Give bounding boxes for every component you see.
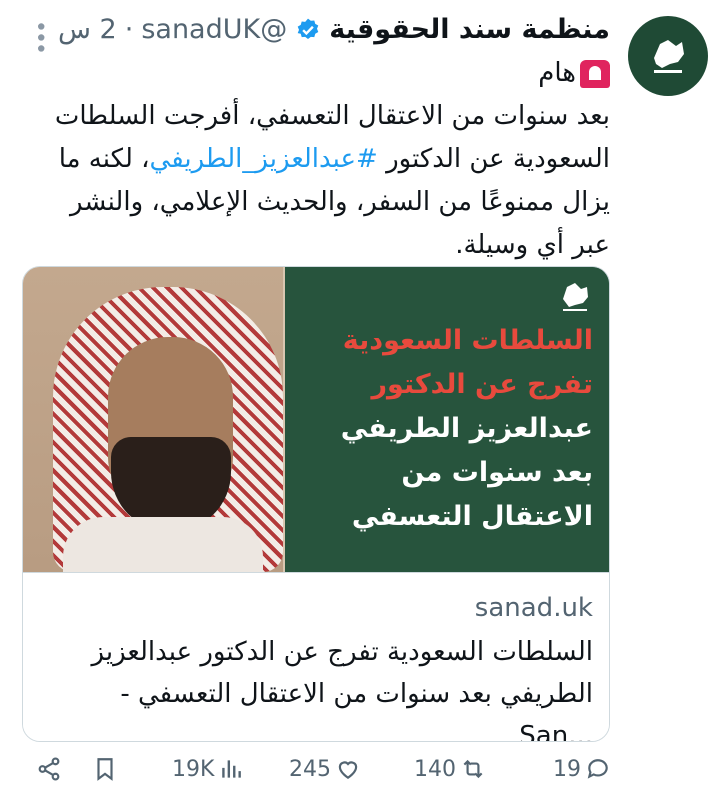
views-button[interactable]: 19K [172, 756, 244, 782]
separator-dot: · [124, 14, 134, 45]
bookmark-button[interactable] [92, 756, 118, 782]
sanad-logo-icon [563, 283, 588, 311]
likes-count: 245 [289, 756, 331, 782]
verified-icon [297, 18, 319, 39]
overlay-line-3: عبدالعزيز الطريفي [340, 413, 593, 444]
overlay-line-1: السلطات السعودية [342, 325, 593, 356]
views-icon [222, 760, 242, 778]
card-title: السلطات السعودية تفرج عن الدكتور عبدالعز… [41, 631, 593, 742]
overlay-line-2: تفرج عن الدكتور [371, 369, 593, 400]
reply-icon [587, 759, 608, 779]
avatar[interactable] [628, 16, 708, 96]
card-title-line-2: الطريفي بعد سنوات من الاعتقال التعسفي - … [120, 679, 593, 742]
portrait-shirt [63, 517, 263, 577]
timestamp[interactable]: 2 س [58, 14, 117, 45]
hashtag-link[interactable]: #عبدالعزيز_الطريفي [150, 144, 378, 174]
link-card[interactable]: السلطات السعودية تفرج عن الدكتور عبدالعز… [22, 266, 610, 742]
share-icon [38, 757, 60, 781]
siren-icon [580, 59, 610, 88]
card-meta[interactable]: sanad.uk السلطات السعودية تفرج عن الدكتو… [23, 572, 609, 742]
bookmark-icon [97, 758, 113, 781]
like-button[interactable]: 245 [289, 756, 361, 782]
card-overlay-text: السلطات السعودية تفرج عن الدكتور عبدالعز… [341, 319, 593, 539]
overlay-line-4: بعد سنوات من [401, 457, 593, 488]
like-icon [338, 761, 358, 779]
card-image: السلطات السعودية تفرج عن الدكتور عبدالعز… [23, 267, 609, 577]
tweet-text: هام بعد سنوات من الاعتقال التعسفي، أفرجت… [40, 52, 610, 267]
retweet-icon [463, 759, 483, 779]
more-options-icon[interactable]: ••• [27, 20, 52, 53]
author-handle[interactable]: @sanadUK [141, 14, 287, 45]
share-button[interactable] [36, 756, 62, 782]
tweet-header: منظمة سند الحقوقية @sanadUK · 2 س [58, 14, 610, 45]
card-title-line-1: السلطات السعودية تفرج عن الدكتور عبدالعز… [91, 637, 593, 667]
retweet-button[interactable]: 140 [414, 756, 486, 782]
card-domain: sanad.uk [474, 593, 593, 623]
views-count: 19K [172, 756, 215, 782]
sanad-logo-icon [654, 40, 684, 73]
action-bar: 19K 245 140 19 [32, 752, 622, 792]
retweets-count: 140 [414, 756, 456, 782]
reply-button[interactable]: 19 [553, 756, 611, 782]
author-name[interactable]: منظمة سند الحقوقية [329, 14, 610, 45]
tweet-label: هام [538, 58, 576, 88]
replies-count: 19 [553, 756, 581, 782]
overlay-line-5: الاعتقال التعسفي [351, 501, 593, 532]
